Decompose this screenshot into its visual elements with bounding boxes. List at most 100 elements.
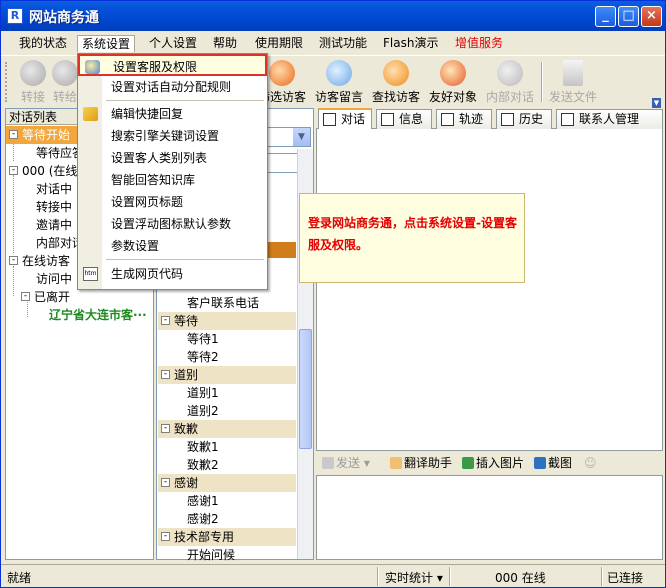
collapse-icon[interactable]: -: [161, 370, 170, 379]
quick-reply-item[interactable]: 道别1: [187, 384, 219, 402]
menu-search-keywords[interactable]: 搜索引擎关键词设置: [78, 125, 267, 147]
tree-item-inviting[interactable]: 邀请中: [36, 216, 72, 234]
menu-parameter-settings[interactable]: 参数设置: [78, 235, 267, 257]
scrollbar-thumb[interactable]: [299, 329, 312, 449]
toolbar-overflow-icon[interactable]: ▼: [652, 98, 661, 108]
menu-item-label: 设置对话自动分配规则: [111, 80, 232, 94]
internal-chat-button[interactable]: 内部对话: [482, 60, 538, 105]
visitor-message-button[interactable]: 访客留言: [311, 60, 367, 105]
chevron-down-icon[interactable]: ▼: [293, 128, 310, 146]
tab-chat[interactable]: 对话: [318, 108, 372, 130]
collapse-icon[interactable]: -: [161, 532, 170, 541]
quick-reply-item[interactable]: 感谢1: [187, 492, 219, 510]
collapse-icon[interactable]: -: [9, 256, 18, 265]
tree-item-visiting[interactable]: 访问中: [36, 270, 72, 288]
smiley-icon: ☺: [584, 456, 597, 470]
tab-info[interactable]: 信息: [376, 109, 432, 129]
message-input[interactable]: [316, 475, 663, 560]
collapse-icon[interactable]: -: [9, 166, 18, 175]
quick-reply-item[interactable]: 等待1: [187, 330, 219, 348]
menu-usage-period[interactable]: 使用期限: [251, 35, 307, 52]
menu-set-auto-assign-rules[interactable]: 设置对话自动分配规则: [78, 76, 267, 98]
friendly-object-button[interactable]: 友好对象: [425, 60, 481, 105]
quick-reply-item[interactable]: 感谢2: [187, 510, 219, 528]
send-button[interactable]: 发送 ▾: [322, 455, 370, 471]
quick-reply-category-label: 技术部专用: [174, 530, 235, 544]
find-visitor-button[interactable]: 查找访客: [368, 60, 424, 105]
send-file-button[interactable]: 发送文件: [545, 60, 601, 105]
menu-item-label: 设置网页标题: [111, 195, 184, 209]
collapse-icon[interactable]: -: [21, 292, 30, 301]
menu-edit-quick-replies[interactable]: 编辑快捷回复: [78, 103, 267, 125]
tree-label: 访问中: [36, 272, 73, 286]
tab-label: 信息: [399, 112, 424, 126]
status-text: 就绪: [7, 571, 32, 585]
tab-history[interactable]: 历史: [496, 109, 552, 129]
collapse-icon[interactable]: -: [161, 316, 170, 325]
menu-item-label: 参数设置: [111, 239, 160, 253]
tree-label: 转接中: [36, 200, 73, 214]
menu-system-settings[interactable]: 系统设置: [77, 35, 136, 52]
maximize-button[interactable]: □: [618, 6, 639, 27]
send-label: 发送: [336, 456, 361, 470]
quick-reply-category[interactable]: - 致歉: [158, 420, 296, 438]
quick-reply-item[interactable]: 客户联系电话: [187, 294, 259, 312]
tree-group-left[interactable]: - 已离开: [18, 288, 70, 306]
tree-item-chatting[interactable]: 对话中: [36, 180, 72, 198]
menu-personal-settings[interactable]: 个人设置: [145, 35, 201, 52]
htm-icon: htm: [83, 267, 98, 281]
quick-reply-category[interactable]: - 技术部专用: [158, 528, 296, 546]
quick-reply-label: 感谢2: [187, 512, 219, 526]
track-icon: [441, 113, 454, 126]
tree-label: 等待开始: [22, 128, 71, 142]
menu-visitor-categories[interactable]: 设置客人类别列表: [78, 147, 267, 169]
find-visitor-icon: [383, 60, 409, 86]
translate-helper-button[interactable]: 翻译助手: [390, 455, 452, 471]
collapse-icon[interactable]: -: [161, 424, 170, 433]
menu-page-title[interactable]: 设置网页标题: [78, 191, 267, 213]
menu-set-agents-permissions[interactable]: 设置客服及权限: [78, 54, 267, 76]
tree-item-visitor-liaoning[interactable]: 辽宁省大连市客···: [49, 306, 147, 324]
menu-item-label: 设置客服及权限: [113, 60, 198, 74]
collapse-icon[interactable]: -: [9, 130, 18, 139]
instruction-tip: 登录网站商务通，点击系统设置-设置客服及权限。: [299, 193, 525, 283]
quick-reply-item[interactable]: 等待2: [187, 348, 219, 366]
tree-item-transferring[interactable]: 转接中: [36, 198, 72, 216]
quick-reply-item[interactable]: 致歉2: [187, 456, 219, 474]
window-title: 网站商务通: [29, 10, 99, 26]
tab-contact-management[interactable]: 联系人管理: [556, 109, 663, 129]
menu-knowledge-base[interactable]: 智能回答知识库: [78, 169, 267, 191]
menu-test-features[interactable]: 测试功能: [315, 35, 371, 52]
quick-reply-item[interactable]: 开始问候: [187, 546, 235, 564]
screenshot-icon: [534, 457, 546, 469]
screenshot-label: 截图: [548, 456, 573, 470]
quick-reply-category[interactable]: - 道别: [158, 366, 296, 384]
quick-reply-label: 道别2: [187, 404, 219, 418]
find-visitor-label: 查找访客: [371, 90, 420, 104]
menu-value-added-services[interactable]: 增值服务: [451, 35, 507, 52]
menu-help[interactable]: 帮助: [209, 35, 241, 52]
menu-float-icon-defaults[interactable]: 设置浮动图标默认参数: [78, 213, 267, 235]
close-button[interactable]: ×: [641, 6, 662, 27]
tab-track[interactable]: 轨迹: [436, 109, 492, 129]
quick-reply-category[interactable]: - 感谢: [158, 474, 296, 492]
quick-reply-category[interactable]: - 等待: [158, 312, 296, 330]
minimize-button[interactable]: _: [595, 6, 616, 27]
emoji-button[interactable]: ☺: [584, 455, 597, 471]
quick-reply-item[interactable]: 道别2: [187, 402, 219, 420]
menu-my-status[interactable]: 我的状态: [15, 35, 71, 52]
collapse-icon[interactable]: -: [161, 478, 170, 487]
chat-transcript-area[interactable]: 登录网站商务通，点击系统设置-设置客服及权限。: [299, 129, 663, 451]
screenshot-button[interactable]: 截图: [534, 455, 572, 471]
quick-reply-label: 等待2: [187, 350, 219, 364]
menu-flash-demo[interactable]: Flash演示: [379, 35, 442, 52]
menu-generate-web-code[interactable]: htm 生成网页代码: [78, 263, 267, 285]
quick-reply-item[interactable]: 致歉1: [187, 438, 219, 456]
quick-reply-label: 感谢1: [187, 494, 219, 508]
quick-reply-label: 客户联系电话: [187, 296, 260, 310]
quick-reply-label: 致歉2: [187, 458, 219, 472]
realtime-stats-dropdown[interactable]: 实时统计 ▾: [385, 569, 443, 586]
title-bar[interactable]: R 网站商务通 _ □ ×: [1, 1, 665, 31]
insert-image-button[interactable]: 插入图片: [462, 455, 524, 471]
menu-bar: 我的状态 系统设置 个人设置 帮助 使用期限 测试功能 Flash演示 增值服务: [1, 32, 665, 54]
